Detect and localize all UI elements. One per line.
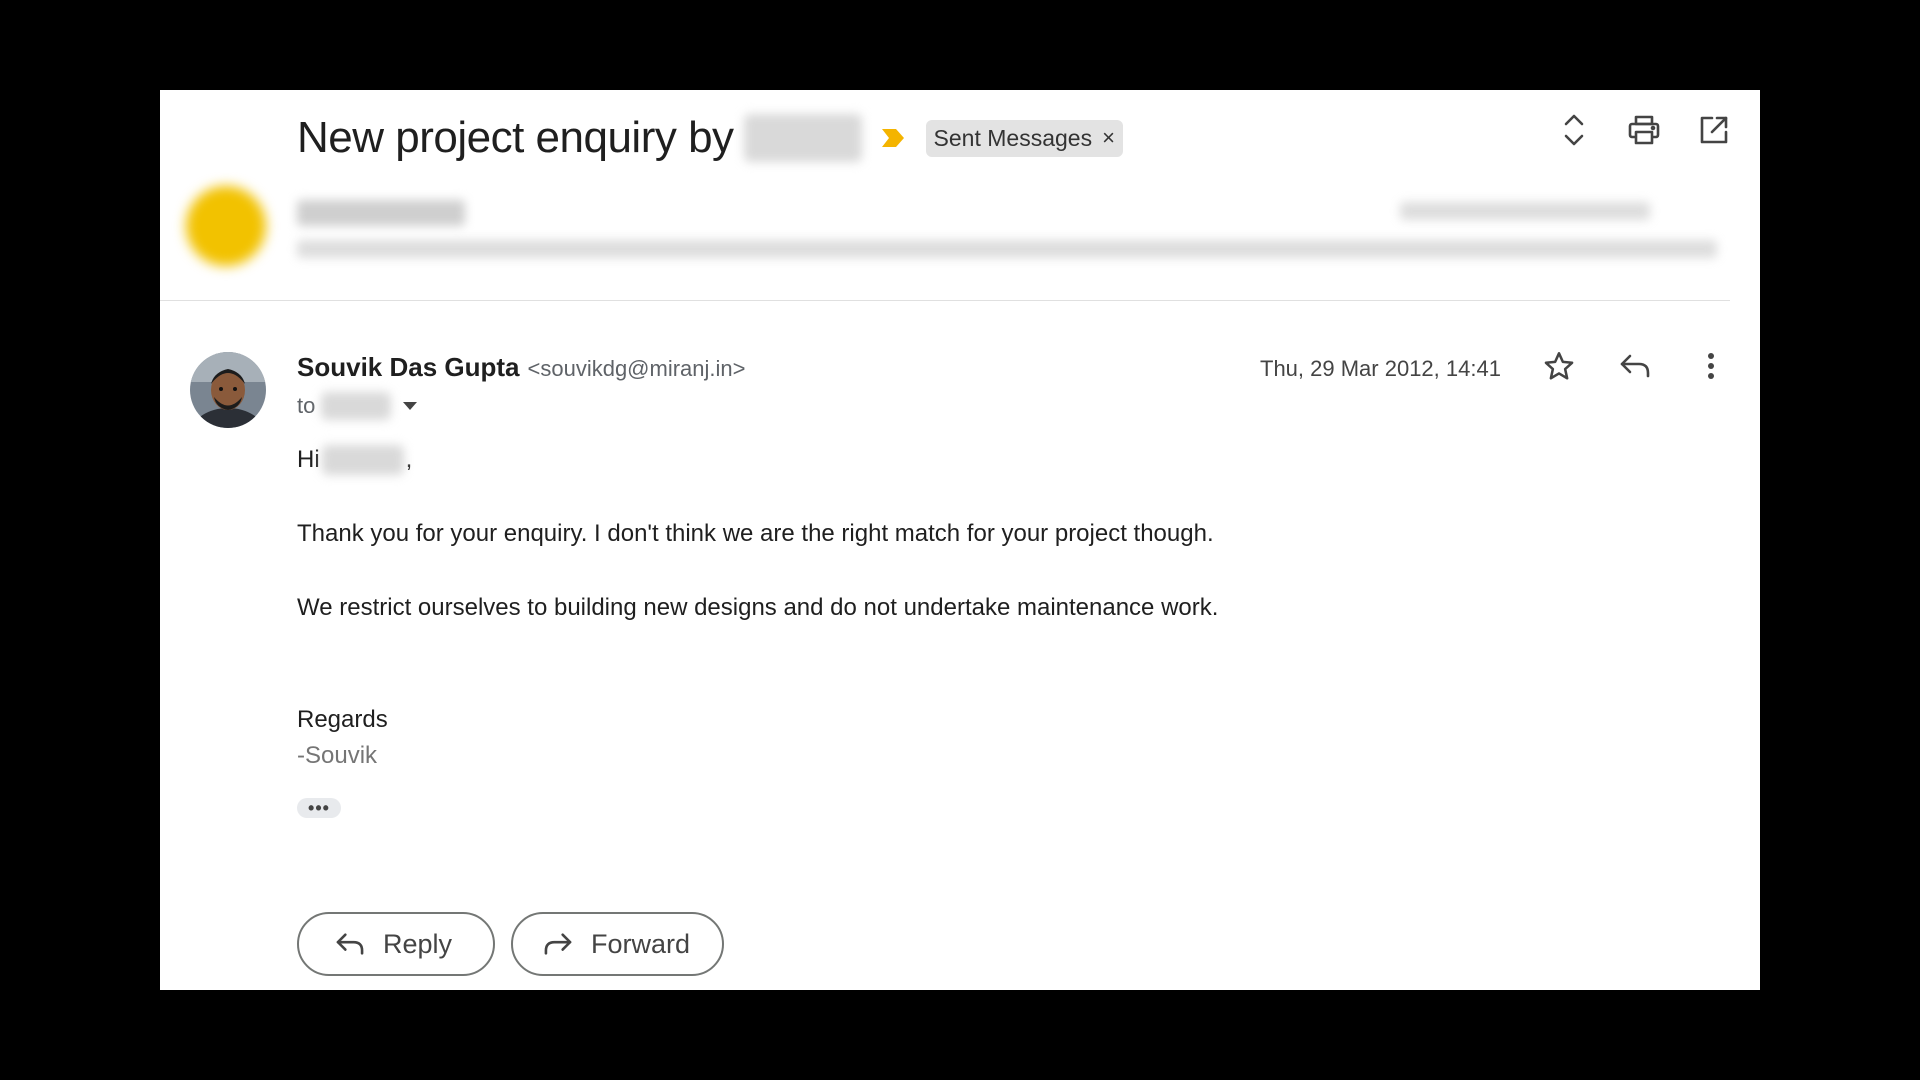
greeting-line: Hi , bbox=[297, 442, 412, 478]
body-paragraph: Thank you for your enquiry. I don't thin… bbox=[297, 520, 1214, 547]
forward-button-label: Forward bbox=[591, 928, 691, 959]
thread-toolbar bbox=[1558, 114, 1730, 146]
forward-button[interactable]: Forward bbox=[511, 912, 724, 976]
reply-button-label: Reply bbox=[383, 928, 453, 959]
open-in-new-window-icon[interactable] bbox=[1698, 114, 1730, 146]
reply-button[interactable]: Reply bbox=[297, 912, 495, 976]
sender-name[interactable]: Souvik Das Gupta bbox=[297, 352, 520, 383]
greeting-comma: , bbox=[405, 446, 413, 473]
closing-text: Regards bbox=[297, 706, 388, 733]
reply-icon[interactable] bbox=[1619, 350, 1651, 382]
show-trimmed-content-button[interactable]: ••• bbox=[297, 798, 341, 818]
sender-email: <souvikdg@miranj.in> bbox=[527, 356, 746, 381]
subject-header: New project enquiry by Sent Messages × bbox=[297, 108, 1123, 168]
signature-text: -Souvik bbox=[297, 742, 378, 769]
redacted-greeting-name bbox=[321, 445, 404, 475]
email-thread-panel: New project enquiry by Sent Messages × S… bbox=[160, 90, 1760, 990]
label-chip-sent-messages: Sent Messages × bbox=[925, 119, 1123, 157]
collapsed-message-avatar bbox=[186, 186, 266, 266]
print-icon[interactable] bbox=[1628, 114, 1660, 146]
greeting-text: Hi bbox=[297, 446, 320, 473]
redacted-collapsed-sender bbox=[297, 200, 465, 226]
sender-line: Souvik Das Gupta <souvikdg@miranj.in> bbox=[297, 352, 746, 383]
message-toolbar bbox=[1543, 350, 1727, 382]
importance-marker-icon[interactable] bbox=[880, 127, 906, 149]
redacted-recipient bbox=[321, 392, 392, 420]
redacted-collapsed-snippet bbox=[297, 240, 1717, 258]
remove-label-icon[interactable]: × bbox=[1102, 127, 1115, 149]
reply-icon bbox=[336, 933, 364, 955]
message-body: Hi , bbox=[297, 442, 412, 478]
to-label: to bbox=[297, 393, 316, 418]
forward-icon bbox=[544, 933, 572, 955]
recipient-details-dropdown-icon[interactable] bbox=[403, 402, 418, 410]
avatar[interactable] bbox=[190, 352, 266, 428]
more-vert-icon[interactable] bbox=[1695, 350, 1727, 382]
subject-title: New project enquiry by bbox=[297, 113, 734, 162]
expand-collapse-icon[interactable] bbox=[1558, 114, 1590, 146]
redacted-collapsed-date bbox=[1400, 202, 1650, 220]
recipient-line: to bbox=[297, 392, 418, 420]
label-chip-text: Sent Messages bbox=[933, 124, 1093, 151]
redacted-sender-name bbox=[743, 114, 862, 162]
star-icon[interactable] bbox=[1543, 350, 1575, 382]
body-paragraph: We restrict ourselves to building new de… bbox=[297, 594, 1219, 621]
message-date: Thu, 29 Mar 2012, 14:41 bbox=[1260, 356, 1501, 381]
